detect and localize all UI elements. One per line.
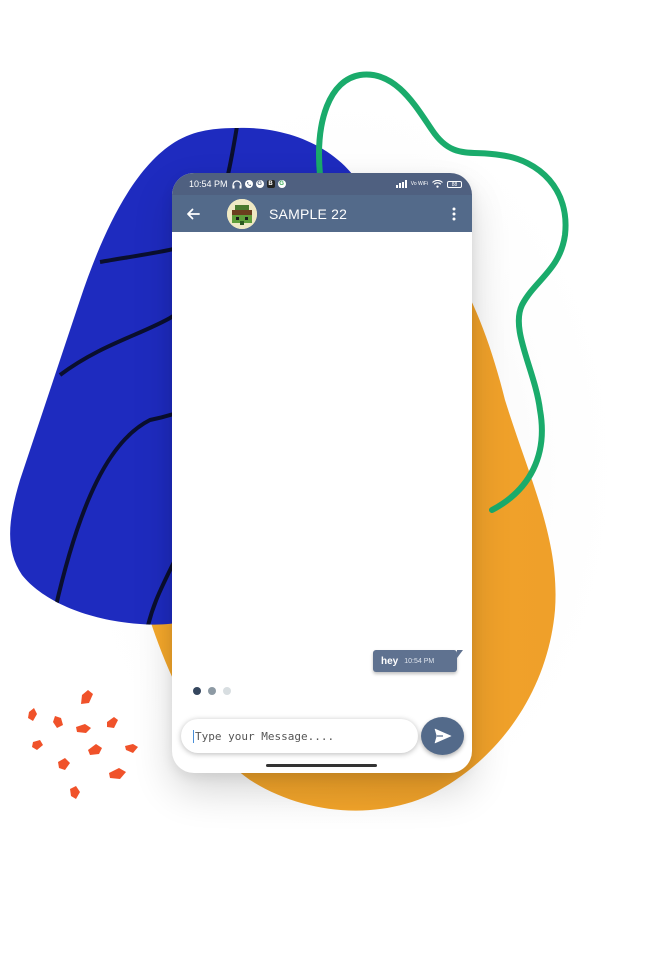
network-label: Vo WiFi: [410, 180, 428, 187]
headset-icon: [231, 179, 242, 188]
phone-icon: [244, 180, 253, 188]
send-button[interactable]: [421, 717, 464, 755]
send-icon: [434, 728, 451, 744]
more-vertical-icon: [452, 207, 456, 220]
typing-dot: [223, 687, 231, 695]
wifi-icon: [432, 180, 443, 188]
typing-dot: [208, 687, 216, 695]
signal-icon: [395, 180, 407, 188]
message-input[interactable]: Type your Message....: [181, 719, 418, 753]
phone-mockup: 10:54 PM G B G Vo WiFi 88 SAMPLE 22 hey …: [172, 173, 472, 773]
avatar-image: [227, 198, 257, 229]
chat-header: SAMPLE 22: [172, 195, 472, 232]
outgoing-message-bubble[interactable]: hey 10:54 PM: [373, 650, 463, 672]
text-cursor: [193, 729, 194, 743]
home-indicator[interactable]: [266, 764, 377, 767]
overflow-menu-button[interactable]: [436, 195, 472, 232]
back-button[interactable]: [173, 195, 213, 232]
google-icon: G: [277, 180, 286, 188]
typing-dot: [193, 687, 201, 695]
message-text: hey: [381, 655, 399, 667]
status-time: 10:54 PM: [189, 179, 228, 189]
message-input-placeholder: Type your Message....: [195, 729, 335, 743]
message-timestamp: 10:54 PM: [404, 657, 435, 665]
status-bar: 10:54 PM G B G Vo WiFi 88: [172, 173, 472, 195]
arrow-left-icon: [187, 208, 200, 219]
typing-indicator: [193, 687, 231, 695]
contact-name[interactable]: SAMPLE 22: [269, 206, 347, 222]
g-app-icon: G: [255, 180, 264, 188]
system-indicators: Vo WiFi 88: [395, 180, 462, 188]
avatar[interactable]: [227, 198, 257, 229]
notification-icons: G B G: [231, 179, 286, 189]
b-app-icon: B: [266, 180, 275, 188]
battery-icon: 88: [447, 180, 462, 188]
